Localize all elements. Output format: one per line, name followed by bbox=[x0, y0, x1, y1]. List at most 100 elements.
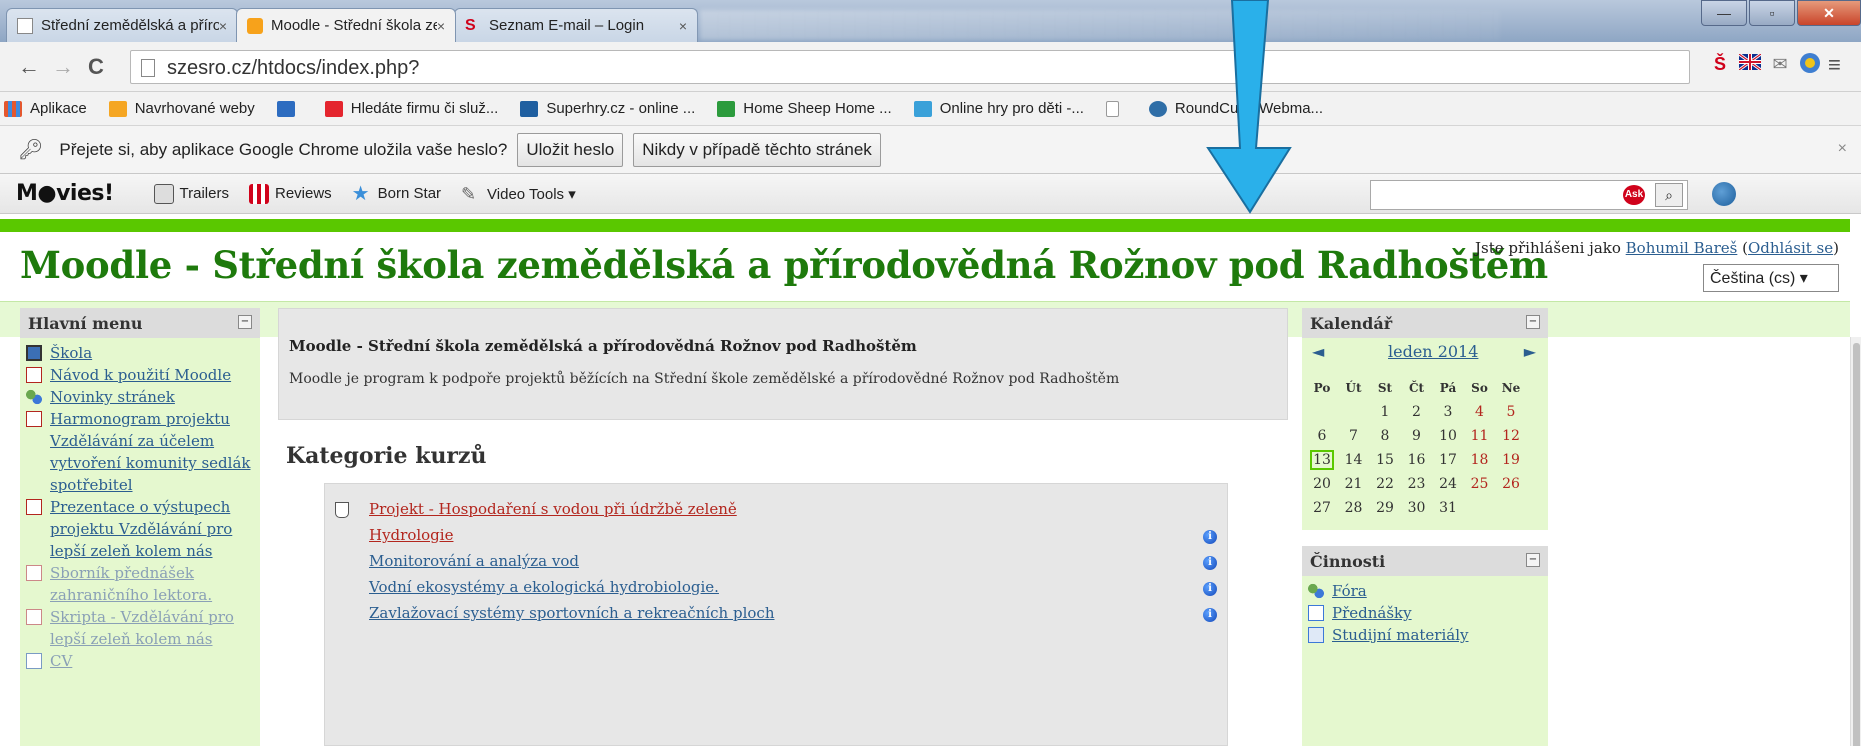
chrome-menu-button[interactable]: ≡ bbox=[1828, 52, 1841, 78]
flag-extension-icon[interactable] bbox=[1738, 52, 1762, 76]
login-close: ) bbox=[1833, 239, 1839, 257]
maximize-button[interactable]: ▫ bbox=[1749, 0, 1795, 26]
pdf-icon bbox=[26, 499, 42, 515]
address-bar[interactable]: szesro.cz/htdocs/index.php? bbox=[130, 50, 1690, 84]
site-summary-text: Moodle je program k podpoře projektů běž… bbox=[289, 371, 1120, 387]
course-link-hydrologie[interactable]: Hydrologie bbox=[369, 526, 453, 544]
menu-item-sbornik[interactable]: Sborník přednášek zahraničního lektora. bbox=[20, 562, 260, 606]
material-icon bbox=[1308, 627, 1324, 643]
course-link-zavlazovaci[interactable]: Zavlažovací systémy sportovních a rekrea… bbox=[369, 604, 774, 622]
calendar-weekdays: Po Út St Čt Pá So Ne bbox=[1310, 376, 1546, 400]
info-icon[interactable]: i bbox=[1203, 530, 1217, 544]
tab-szesro[interactable]: Střední zemědělská a příro × bbox=[6, 8, 238, 42]
collapse-button[interactable]: − bbox=[238, 315, 252, 329]
calendar-day: 11 bbox=[1470, 428, 1489, 444]
calendar-day: 2 bbox=[1412, 404, 1421, 420]
infobar-close-button[interactable]: × bbox=[1838, 140, 1847, 158]
close-window-button[interactable]: ✕ bbox=[1797, 0, 1861, 26]
course-link-ekosystemy[interactable]: Vodní ekosystémy a ekologická hydrobiolo… bbox=[369, 578, 719, 596]
tab-seznam[interactable]: S Seznam E-mail – Login × bbox=[454, 8, 698, 42]
login-open: ( bbox=[1737, 239, 1748, 257]
category-link[interactable]: Projekt - Hospodaření s vodou při údržbě… bbox=[369, 500, 737, 518]
pdf-icon bbox=[26, 609, 42, 625]
menu-item-skripta[interactable]: Skripta - Vzdělávání pro lepší zeleň kol… bbox=[20, 606, 260, 650]
menu-item-navod[interactable]: Návod k použití Moodle bbox=[20, 364, 260, 386]
activity-prednasky[interactable]: Přednášky bbox=[1302, 602, 1548, 624]
info-icon[interactable]: i bbox=[1203, 582, 1217, 596]
calendar-day: 14 bbox=[1344, 452, 1363, 468]
calendar-week: 27 28 29 30 31 bbox=[1310, 496, 1546, 520]
calendar-day: 10 bbox=[1439, 428, 1457, 444]
calendar-nav: ◄ leden 2014 ► bbox=[1302, 342, 1548, 366]
kids-icon bbox=[913, 100, 932, 117]
info-icon[interactable]: i bbox=[1203, 556, 1217, 570]
url-text: szesro.cz/htdocs/index.php? bbox=[167, 57, 420, 79]
page-scrollbar[interactable] bbox=[1850, 337, 1861, 746]
globe-extension-icon[interactable] bbox=[1798, 52, 1822, 76]
movies-search-input[interactable]: Ask ⌕ bbox=[1370, 180, 1688, 210]
forward-button[interactable]: → bbox=[52, 54, 74, 80]
bookmark-firmy[interactable]: Hledáte firmu či služ... bbox=[324, 100, 498, 117]
user-profile-link[interactable]: Bohumil Bareš bbox=[1626, 239, 1738, 257]
popcorn-icon bbox=[248, 183, 269, 204]
scrollbar-thumb[interactable] bbox=[1853, 343, 1860, 746]
calendar-day: 12 bbox=[1502, 428, 1520, 444]
calendar-day-today[interactable]: 13 bbox=[1310, 450, 1334, 470]
search-icon[interactable]: ⌕ bbox=[1655, 183, 1683, 207]
activity-fora[interactable]: Fóra bbox=[1302, 580, 1548, 602]
bookmark-superhry[interactable]: Superhry.cz - online ... bbox=[520, 100, 695, 117]
menu-item-skola[interactable]: Škola bbox=[20, 342, 260, 364]
born-star-button[interactable]: ★ Born Star bbox=[352, 184, 441, 204]
never-save-button[interactable]: Nikdy v případě těchto stránek bbox=[633, 132, 881, 167]
mail-extension-icon[interactable]: ✉ bbox=[1768, 52, 1792, 76]
bookmark-suggested[interactable]: Navrhované weby bbox=[108, 100, 255, 117]
calendar-header: Kalendář − bbox=[1302, 308, 1548, 338]
main-menu-block: Hlavní menu − Škola Návod k použití Moodl… bbox=[20, 308, 260, 746]
menu-item-prezentace[interactable]: Prezentace o výstupech projektu Vzdělává… bbox=[20, 496, 260, 562]
weekday-label: So bbox=[1471, 381, 1488, 395]
prev-month-button[interactable]: ◄ bbox=[1312, 342, 1324, 361]
movies-logo[interactable]: M●vies! bbox=[16, 181, 114, 206]
weekday-label: Po bbox=[1313, 381, 1331, 395]
tab-close-button[interactable]: × bbox=[219, 18, 227, 34]
reload-button[interactable]: C bbox=[88, 54, 104, 80]
back-button[interactable]: ← bbox=[18, 54, 40, 80]
calendar-day: 27 bbox=[1313, 500, 1331, 516]
course-link-monitorovani[interactable]: Monitorování a analýza vod bbox=[369, 552, 579, 570]
video-tools-button[interactable]: ✎ Video Tools ▾ bbox=[461, 184, 576, 204]
main-menu-header: Hlavní menu − bbox=[20, 308, 260, 338]
menu-item-harmonogram[interactable]: Harmonogram projektu Vzdělávání za účele… bbox=[20, 408, 260, 496]
bookmark-apps[interactable]: Aplikace bbox=[4, 100, 87, 117]
minimize-button[interactable]: — bbox=[1701, 0, 1747, 26]
apps-icon bbox=[4, 100, 22, 117]
category-icon bbox=[335, 502, 349, 518]
bookmark-kids[interactable]: Online hry pro děti -... bbox=[913, 100, 1084, 117]
globe-icon[interactable] bbox=[1712, 182, 1736, 206]
seznam-extension-icon[interactable]: Š bbox=[1708, 52, 1732, 76]
activity-materialy[interactable]: Studijní materiály bbox=[1302, 624, 1548, 646]
menu-item-novinky[interactable]: Novinky stránek bbox=[20, 386, 260, 408]
bookmark-sheep[interactable]: Home Sheep Home ... bbox=[717, 100, 892, 117]
collapse-button[interactable]: − bbox=[1526, 553, 1540, 567]
tab-close-button[interactable]: × bbox=[679, 18, 687, 34]
trailers-button[interactable]: Trailers bbox=[153, 183, 229, 204]
info-icon[interactable]: i bbox=[1203, 608, 1217, 622]
menu-item-cv[interactable]: CV bbox=[20, 650, 260, 672]
tab-close-button[interactable]: × bbox=[437, 18, 445, 34]
bookmark-bw[interactable] bbox=[276, 100, 303, 117]
moodle-icon bbox=[247, 17, 263, 34]
collapse-button[interactable]: − bbox=[1526, 315, 1540, 329]
calendar-day: 19 bbox=[1502, 452, 1520, 468]
save-password-button[interactable]: Uložit heslo bbox=[517, 132, 624, 167]
logout-link[interactable]: Odhlásit se bbox=[1748, 239, 1833, 257]
star-icon: ★ bbox=[351, 182, 370, 205]
language-select[interactable]: Čeština (cs) ▾ bbox=[1703, 264, 1839, 292]
tab-moodle[interactable]: Moodle - Střední škola zer × bbox=[236, 8, 456, 42]
current-month-link[interactable]: leden 2014 bbox=[1388, 342, 1478, 361]
bookmark-label: Aplikace bbox=[30, 100, 87, 117]
reviews-button[interactable]: Reviews bbox=[248, 183, 332, 204]
bookmark-page[interactable] bbox=[1105, 100, 1127, 117]
folder-icon bbox=[26, 653, 42, 669]
next-month-button[interactable]: ► bbox=[1524, 342, 1536, 361]
calendar-day: 26 bbox=[1502, 476, 1520, 492]
